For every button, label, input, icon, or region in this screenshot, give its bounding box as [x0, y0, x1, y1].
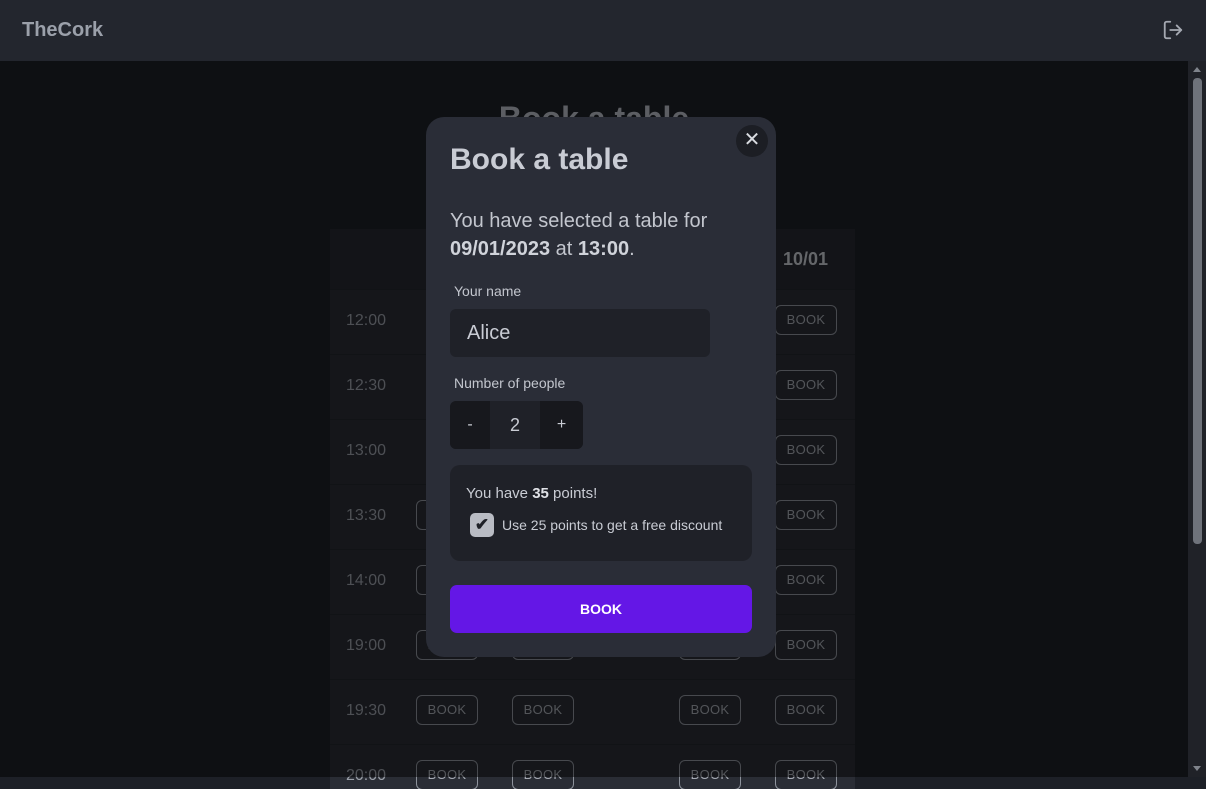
summary-text: You have selected a table for	[450, 210, 708, 232]
modal-title: Book a table	[450, 143, 629, 176]
discount-checkbox[interactable]: ✔	[470, 513, 494, 537]
points-suffix: points!	[553, 485, 598, 502]
book-button[interactable]: BOOK	[450, 585, 752, 633]
selection-summary: You have selected a table for 09/01/2023…	[450, 207, 750, 263]
people-stepper: - 2 +	[450, 401, 583, 449]
logout-icon[interactable]	[1162, 19, 1184, 41]
selected-date: 09/01/2023	[450, 238, 551, 260]
points-panel: You have 35 points! ✔ Use 25 points to g…	[450, 465, 752, 561]
selected-time: 13:00	[577, 238, 630, 260]
top-bar: TheCork	[0, 0, 1206, 61]
people-label: Number of people	[454, 375, 566, 391]
points-value: 35	[532, 485, 549, 502]
name-input[interactable]: Alice	[450, 309, 710, 357]
brand-logo[interactable]: TheCork	[22, 19, 103, 42]
scrollbar-thumb[interactable]	[1193, 78, 1202, 544]
name-label: Your name	[454, 283, 522, 299]
people-count[interactable]: 2	[490, 401, 540, 449]
discount-label[interactable]: Use 25 points to get a free discount	[502, 517, 722, 533]
scrollbar[interactable]	[1188, 61, 1206, 777]
scroll-up-icon[interactable]	[1193, 67, 1201, 72]
points-summary: You have 35 points!	[466, 485, 597, 502]
booking-modal: ✕ Book a table You have selected a table…	[426, 117, 776, 657]
close-icon[interactable]: ✕	[736, 125, 768, 157]
summary-period: .	[629, 238, 635, 260]
increase-button[interactable]: +	[540, 401, 583, 449]
points-prefix: You have	[466, 485, 529, 502]
decrease-button[interactable]: -	[450, 401, 490, 449]
summary-at: at	[555, 238, 573, 260]
scroll-down-icon[interactable]	[1193, 766, 1201, 771]
